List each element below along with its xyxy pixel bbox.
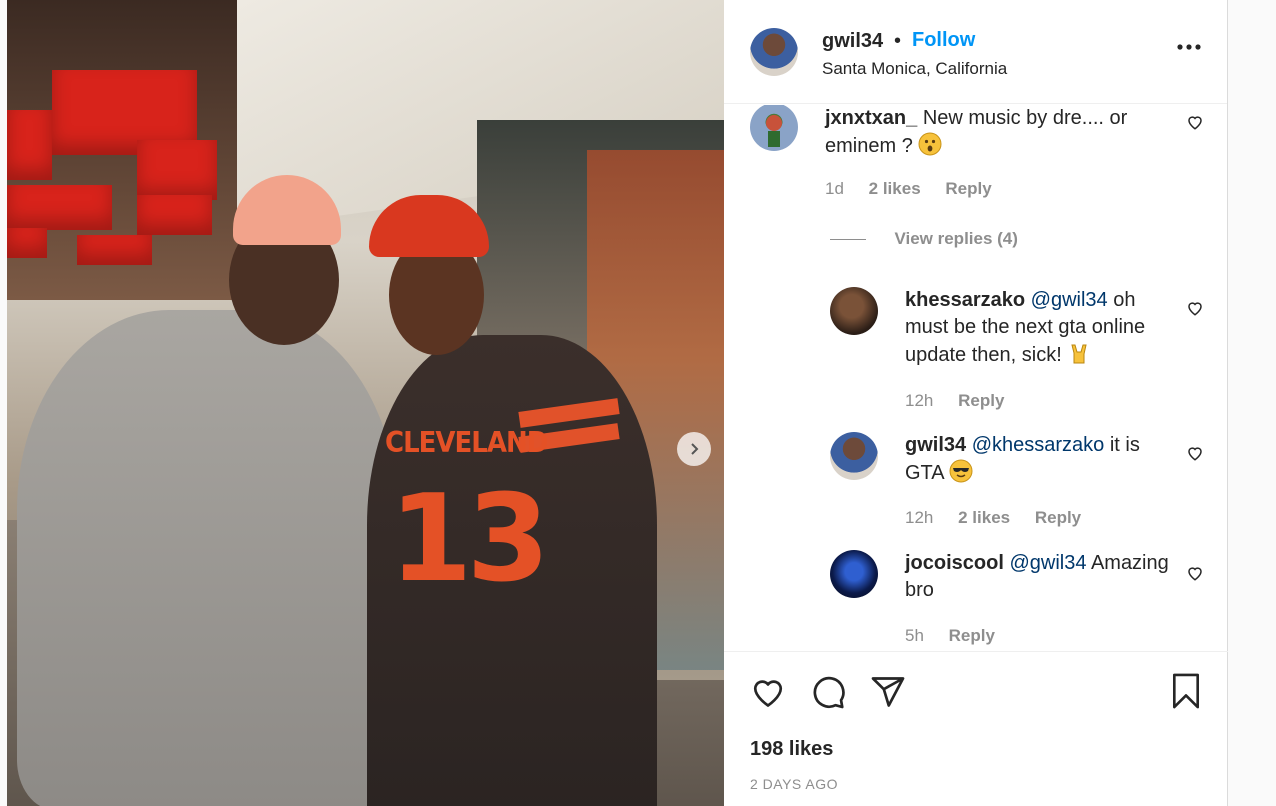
header-username[interactable]: gwil34 <box>822 30 883 53</box>
header-separator: • <box>894 30 902 52</box>
comment-item: jxnxtxan_ New music by dre.... or eminem… <box>750 105 1220 225</box>
more-options-icon[interactable] <box>1177 38 1201 50</box>
photo-backdrop <box>7 110 52 180</box>
heart-icon[interactable] <box>1186 299 1204 317</box>
reply-time[interactable]: 12h <box>905 508 933 527</box>
astonished-face-emoji <box>918 132 942 156</box>
reply-mention[interactable]: @gwil34 <box>1009 552 1086 574</box>
sign-of-the-horns-emoji <box>1067 341 1091 365</box>
view-replies-label[interactable]: View replies (4) <box>894 229 1017 248</box>
heart-icon[interactable] <box>1186 564 1204 582</box>
avatar[interactable] <box>830 550 878 598</box>
reply-item: khessarzako @gwil34 oh must be the next … <box>830 287 1220 417</box>
reply-item: gwil34 @khessarzako it is GTA 12h 2 like… <box>830 432 1220 542</box>
reply-time[interactable]: 12h <box>905 391 933 410</box>
reply-item: jocoiscool @gwil34 Amazing bro 5h Reply <box>830 550 1220 651</box>
view-replies-line <box>830 238 866 240</box>
heart-icon[interactable] <box>1186 113 1204 131</box>
post-side-panel: gwil34 • Follow Santa Monica, California… <box>724 0 1228 806</box>
photo-person <box>17 310 397 806</box>
page-background <box>1228 0 1276 806</box>
reply-username[interactable]: khessarzako <box>905 289 1025 311</box>
comment-icon[interactable] <box>810 674 846 710</box>
photo-backdrop <box>7 228 47 258</box>
bookmark-icon[interactable] <box>1168 672 1204 710</box>
photo-backdrop <box>77 235 152 265</box>
likes-count[interactable]: 198 likes <box>750 738 833 761</box>
comment-meta: 1d 2 likes Reply <box>825 179 1012 199</box>
avatar[interactable] <box>750 105 798 151</box>
view-replies-toggle[interactable]: View replies (4) <box>830 229 1018 253</box>
post-actions: 198 likes 2 DAYS AGO <box>724 651 1228 806</box>
send-icon[interactable] <box>870 674 906 710</box>
avatar[interactable] <box>750 28 798 76</box>
photo-jersey-lettering: CLEVELAND <box>385 426 548 460</box>
comment-time[interactable]: 1d <box>825 179 844 198</box>
reply-body: jocoiscool @gwil34 Amazing bro <box>905 550 1175 604</box>
reply-body: gwil34 @khessarzako it is GTA <box>905 432 1175 487</box>
location-link[interactable]: Santa Monica, California <box>822 59 1007 79</box>
follow-button[interactable]: Follow <box>912 29 975 52</box>
reply-meta: 12h Reply <box>905 391 1024 411</box>
reply-button[interactable]: Reply <box>1035 508 1081 527</box>
photo-backdrop <box>7 185 112 230</box>
reply-time[interactable]: 5h <box>905 626 924 645</box>
reply-username[interactable]: gwil34 <box>905 434 966 456</box>
chevron-right-icon[interactable] <box>677 432 711 466</box>
heart-icon[interactable] <box>1186 444 1204 462</box>
post-header: gwil34 • Follow Santa Monica, California <box>724 0 1227 104</box>
reply-button[interactable]: Reply <box>958 391 1004 410</box>
comment-username[interactable]: jxnxtxan_ <box>825 107 917 129</box>
reply-mention[interactable]: @gwil34 <box>1031 289 1108 311</box>
post-date[interactable]: 2 DAYS AGO <box>750 776 838 792</box>
comment-likes[interactable]: 2 likes <box>869 179 921 198</box>
comments-list: jxnxtxan_ New music by dre.... or eminem… <box>724 105 1228 651</box>
avatar[interactable] <box>830 287 878 335</box>
reply-button[interactable]: Reply <box>945 179 991 198</box>
reply-mention[interactable]: @khessarzako <box>972 434 1105 456</box>
heart-icon[interactable] <box>750 674 786 710</box>
photo-jersey-lettering: 13 <box>389 470 550 609</box>
reply-body: khessarzako @gwil34 oh must be the next … <box>905 287 1175 369</box>
reply-likes[interactable]: 2 likes <box>958 508 1010 527</box>
comment-body: jxnxtxan_ New music by dre.... or eminem… <box>825 105 1165 160</box>
reply-meta: 12h 2 likes Reply <box>905 508 1101 528</box>
reply-username[interactable]: jocoiscool <box>905 552 1004 574</box>
smiling-face-with-sunglasses-emoji <box>949 459 973 483</box>
photo-backdrop <box>137 140 217 200</box>
reply-button[interactable]: Reply <box>949 626 995 645</box>
avatar[interactable] <box>830 432 878 480</box>
post-photo[interactable]: CLEVELAND 13 <box>7 0 724 806</box>
reply-meta: 5h Reply <box>905 626 1015 646</box>
photo-backdrop <box>137 195 212 235</box>
